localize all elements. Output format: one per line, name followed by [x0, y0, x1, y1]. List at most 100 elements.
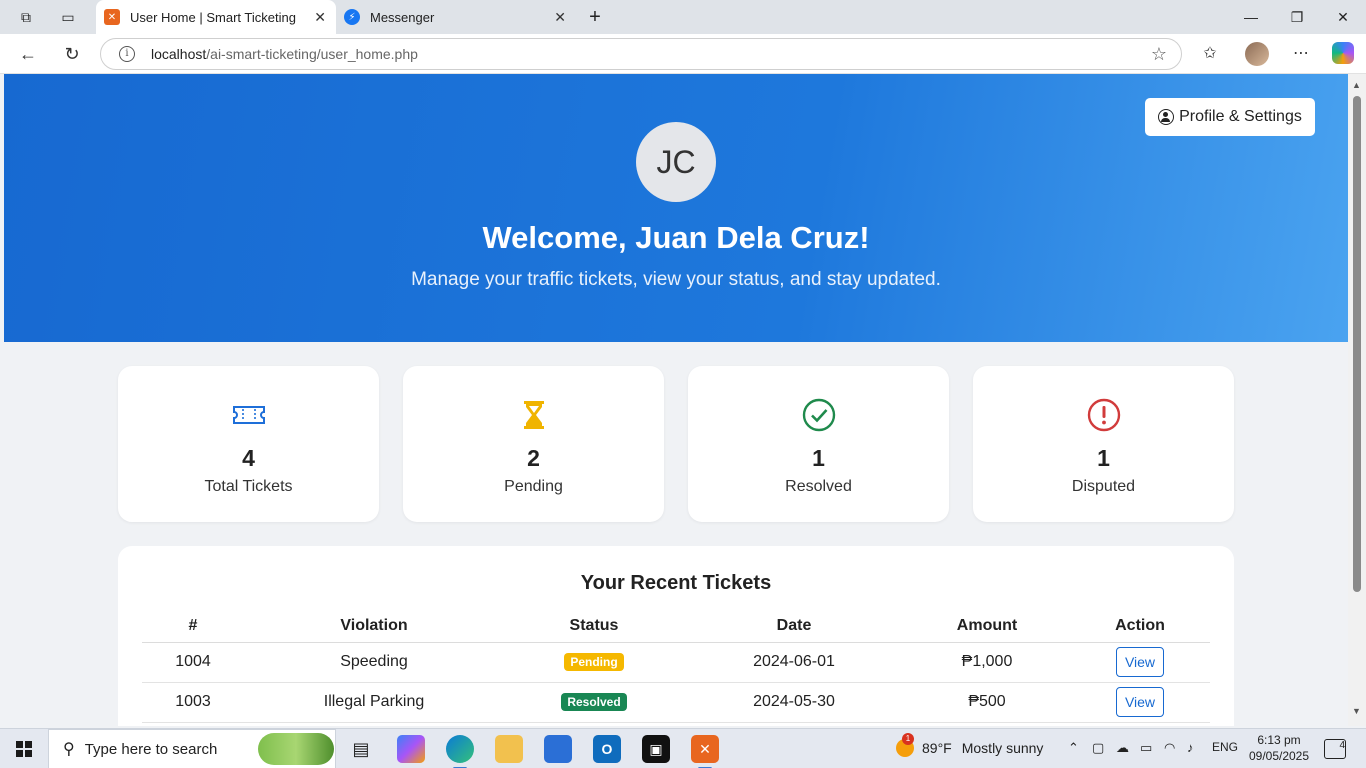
clock-date: 09/05/2025 — [1248, 749, 1310, 763]
ticket-id: 1003 — [142, 682, 244, 723]
meet-now-icon[interactable]: ▢ — [1092, 740, 1104, 756]
close-tab-icon[interactable]: ✕ — [314, 9, 326, 26]
stat-label: Resolved — [785, 478, 852, 495]
status-badge: Pending — [564, 653, 624, 671]
ticket-violation: Illegal Parking — [244, 682, 504, 723]
address-bar[interactable]: i localhost/ai-smart-ticketing/user_home… — [100, 38, 1182, 70]
column-header-action: Action — [1070, 610, 1210, 643]
hero-banner: Profile & Settings JC Welcome, Juan Dela… — [4, 74, 1348, 342]
tab-title: User Home | Smart Ticketing — [130, 9, 296, 25]
table-row: 1004 Speeding Pending 2024-06-01 ₱1,000 … — [142, 642, 1210, 683]
task-view-icon[interactable]: ▤ — [347, 735, 375, 763]
file-explorer-icon[interactable] — [495, 735, 523, 763]
search-highlight-image — [258, 733, 334, 765]
table-row: 1003 Illegal Parking Resolved 2024-05-30… — [142, 682, 1210, 723]
stat-value: 4 — [242, 445, 255, 471]
weather-temp: 89°F — [922, 740, 952, 756]
ticket-date: 2024-06-01 — [684, 642, 904, 683]
favorites-icon[interactable]: ✩ — [1198, 42, 1222, 66]
favorite-star-icon[interactable]: ☆ — [1151, 44, 1167, 65]
tickets-table: # Violation Status Date Amount Action 10… — [142, 610, 1210, 723]
weather-sun-icon: 1 — [896, 733, 914, 757]
ticket-icon — [233, 406, 265, 424]
messenger-favicon-icon: ⚡ — [344, 9, 360, 25]
network-error-icon[interactable]: ☁ — [1116, 740, 1129, 756]
profile-settings-button[interactable]: Profile & Settings — [1145, 98, 1315, 136]
notification-count: 4 — [1339, 740, 1345, 751]
hourglass-icon — [524, 401, 544, 429]
scroll-down-icon[interactable]: ▼ — [1352, 706, 1361, 716]
table-header-row: # Violation Status Date Amount Action — [142, 610, 1210, 643]
volume-icon[interactable]: ♪ — [1187, 740, 1194, 755]
status-badge: Resolved — [561, 693, 627, 711]
window-close-icon[interactable]: ✕ — [1332, 6, 1354, 28]
stat-label: Total Tickets — [204, 478, 293, 495]
view-ticket-button[interactable]: View — [1116, 647, 1164, 677]
ticket-id: 1004 — [142, 642, 244, 683]
ticket-violation: Speeding — [244, 642, 504, 683]
clock-time: 6:13 pm — [1257, 733, 1301, 747]
url-text[interactable]: localhost/ai-smart-ticketing/user_home.p… — [151, 46, 418, 62]
stat-card-pending: 2 Pending — [403, 366, 664, 522]
site-info-icon[interactable]: i — [119, 46, 135, 62]
battery-icon[interactable]: ▭ — [1140, 740, 1152, 756]
tab-user-home[interactable]: ✕ User Home | Smart Ticketing ✕ — [96, 0, 336, 34]
language-indicator[interactable]: ENG — [1212, 740, 1238, 754]
stat-card-total: 4 Total Tickets — [118, 366, 379, 522]
page-subtitle: Manage your traffic tickets, view your s… — [411, 269, 941, 290]
stat-card-resolved: 1 Resolved — [688, 366, 949, 522]
weather-widget[interactable]: 1 89°F Mostly sunny — [896, 733, 1044, 757]
browser-toolbar: ← ↻ i localhost/ai-smart-ticketing/user_… — [0, 34, 1366, 74]
tab-title: Messenger — [370, 9, 435, 25]
weather-text: Mostly sunny — [961, 740, 1044, 756]
minimize-icon[interactable]: — — [1240, 6, 1262, 28]
stat-value: 1 — [812, 445, 825, 471]
workspaces-icon[interactable]: ⧉ — [16, 7, 36, 27]
column-header-date: Date — [684, 610, 904, 643]
notification-center-icon[interactable]: 4 — [1324, 739, 1346, 759]
tray-chevron-up-icon[interactable]: ⌃ — [1068, 740, 1079, 756]
xampp-favicon-icon: ✕ — [104, 9, 120, 25]
column-header-violation: Violation — [244, 610, 504, 643]
microsoft-store-icon[interactable] — [544, 735, 572, 763]
column-header-id: # — [142, 610, 244, 643]
search-icon: ⚲ — [63, 741, 75, 758]
browser-tab-bar: ⧉ ▭ ✕ User Home | Smart Ticketing ✕ ⚡ Me… — [0, 0, 1366, 34]
stat-card-disputed: 1 Disputed — [973, 366, 1234, 522]
outlook-icon[interactable]: O — [593, 735, 621, 763]
scroll-up-icon[interactable]: ▲ — [1352, 80, 1361, 90]
more-options-icon[interactable]: ⋯ — [1289, 42, 1313, 66]
ticket-amount: ₱500 — [904, 682, 1070, 723]
refresh-icon[interactable]: ↻ — [60, 42, 84, 66]
new-tab-icon[interactable]: + — [585, 7, 605, 27]
wifi-icon[interactable]: ◠ — [1164, 740, 1175, 756]
view-ticket-button[interactable]: View — [1116, 687, 1164, 717]
recent-tickets-card: Your Recent Tickets # Violation Status D… — [118, 546, 1234, 726]
page-title: Welcome, Juan Dela Cruz! — [482, 220, 870, 255]
terminal-app-icon[interactable]: ▣ — [642, 735, 670, 763]
search-placeholder: Type here to search — [84, 740, 218, 758]
copilot-app-icon[interactable] — [397, 735, 425, 763]
restore-icon[interactable]: ❐ — [1286, 6, 1308, 28]
page-viewport: Profile & Settings JC Welcome, Juan Dela… — [4, 74, 1348, 726]
page-scrollbar[interactable]: ▲ ▼ — [1348, 74, 1366, 726]
stat-label: Pending — [504, 478, 563, 495]
stat-label: Disputed — [1071, 478, 1136, 495]
back-arrow-icon[interactable]: ← — [16, 42, 40, 66]
tab-messenger[interactable]: ⚡ Messenger ✕ — [336, 0, 576, 34]
check-circle-icon — [802, 398, 836, 432]
user-circle-icon — [1158, 109, 1175, 125]
profile-settings-label: Profile & Settings — [1179, 108, 1302, 125]
taskbar-clock[interactable]: 6:13 pm 09/05/2025 — [1244, 732, 1314, 764]
edge-browser-icon[interactable] — [446, 735, 474, 768]
windows-start-icon[interactable] — [16, 741, 32, 757]
scrollbar-thumb[interactable] — [1353, 96, 1361, 592]
exclamation-circle-icon — [1087, 398, 1121, 432]
copilot-icon[interactable] — [1332, 42, 1354, 64]
ticket-date: 2024-05-30 — [684, 682, 904, 723]
xampp-app-icon[interactable]: ✕ — [691, 735, 719, 768]
column-header-status: Status — [504, 610, 684, 643]
tab-actions-icon[interactable]: ▭ — [58, 7, 78, 27]
browser-profile-avatar[interactable] — [1245, 42, 1269, 66]
close-tab-icon[interactable]: ✕ — [554, 9, 566, 26]
